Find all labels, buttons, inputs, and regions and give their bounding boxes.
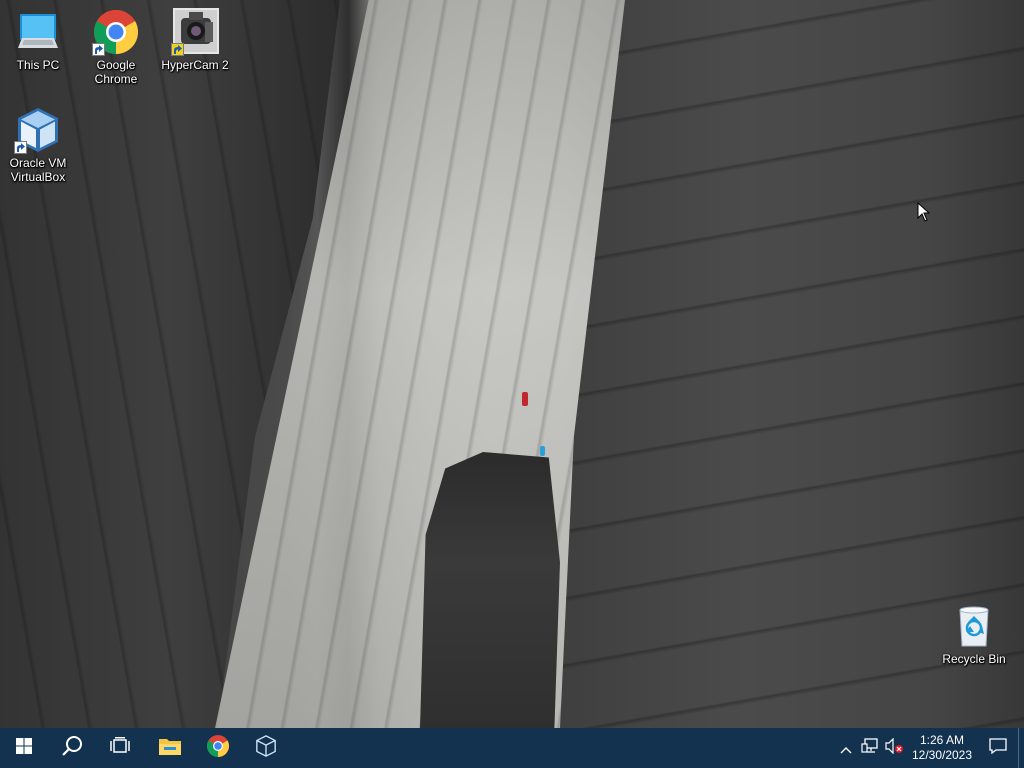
clock-date: 12/30/2023 [911, 748, 973, 762]
shortcut-arrow-icon [171, 43, 184, 56]
start-button[interactable] [0, 728, 48, 768]
show-desktop-button[interactable] [1018, 728, 1024, 768]
network-button[interactable] [858, 728, 882, 768]
task-view-button[interactable] [96, 728, 144, 768]
chrome-icon [206, 734, 230, 762]
mouse-cursor-icon [917, 201, 931, 226]
desktop-icon-hypercam[interactable]: HyperCam 2 [157, 8, 233, 72]
volume-muted-icon [884, 737, 904, 758]
desktop-icon-label: This PC [16, 58, 60, 72]
desktop-icon-label: Google Chrome [94, 58, 138, 86]
show-hidden-icons-button[interactable] [834, 728, 858, 768]
recycle-bin-icon [950, 602, 998, 650]
action-center-icon [989, 738, 1007, 758]
desktop-icon-label: Recycle Bin [942, 652, 1006, 666]
taskbar: 1:26 AM 12/30/2023 [0, 728, 1024, 768]
search-button[interactable] [48, 728, 96, 768]
desktop-icon-google-chrome[interactable]: Google Chrome [78, 8, 154, 86]
taskbar-virtualbox[interactable] [242, 728, 290, 768]
file-explorer-icon [158, 736, 182, 760]
desktop-icon-this-pc[interactable]: This PC [0, 8, 76, 72]
virtualbox-icon [14, 106, 62, 154]
windows-start-icon [16, 738, 32, 758]
volume-button[interactable] [882, 728, 906, 768]
desktop-wallpaper [0, 0, 1024, 728]
this-pc-icon [14, 8, 62, 56]
wallpaper-dark-pillar [420, 452, 560, 728]
desktop-icon-label: HyperCam 2 [161, 58, 229, 72]
taskbar-clock[interactable]: 1:26 AM 12/30/2023 [906, 728, 978, 768]
chrome-icon [92, 8, 140, 56]
shortcut-arrow-icon [92, 43, 105, 56]
wallpaper-climber-red [522, 392, 528, 406]
desktop-icon-label: Oracle VM VirtualBox [9, 156, 67, 184]
wallpaper-climber-blue [540, 446, 545, 456]
action-center-button[interactable] [978, 728, 1018, 768]
taskbar-chrome[interactable] [194, 728, 242, 768]
chevron-up-icon [840, 739, 852, 758]
taskbar-file-explorer[interactable] [146, 728, 194, 768]
search-icon [61, 735, 83, 761]
desktop-icon-virtualbox[interactable]: Oracle VM VirtualBox [0, 106, 76, 184]
network-icon [861, 738, 879, 758]
virtualbox-icon [255, 735, 277, 761]
task-view-icon [110, 737, 130, 759]
hypercam-icon [171, 8, 219, 56]
clock-time: 1:26 AM [919, 733, 965, 747]
desktop-icon-recycle-bin[interactable]: Recycle Bin [936, 602, 1012, 666]
shortcut-arrow-icon [14, 141, 27, 154]
system-tray: 1:26 AM 12/30/2023 [834, 728, 1024, 768]
